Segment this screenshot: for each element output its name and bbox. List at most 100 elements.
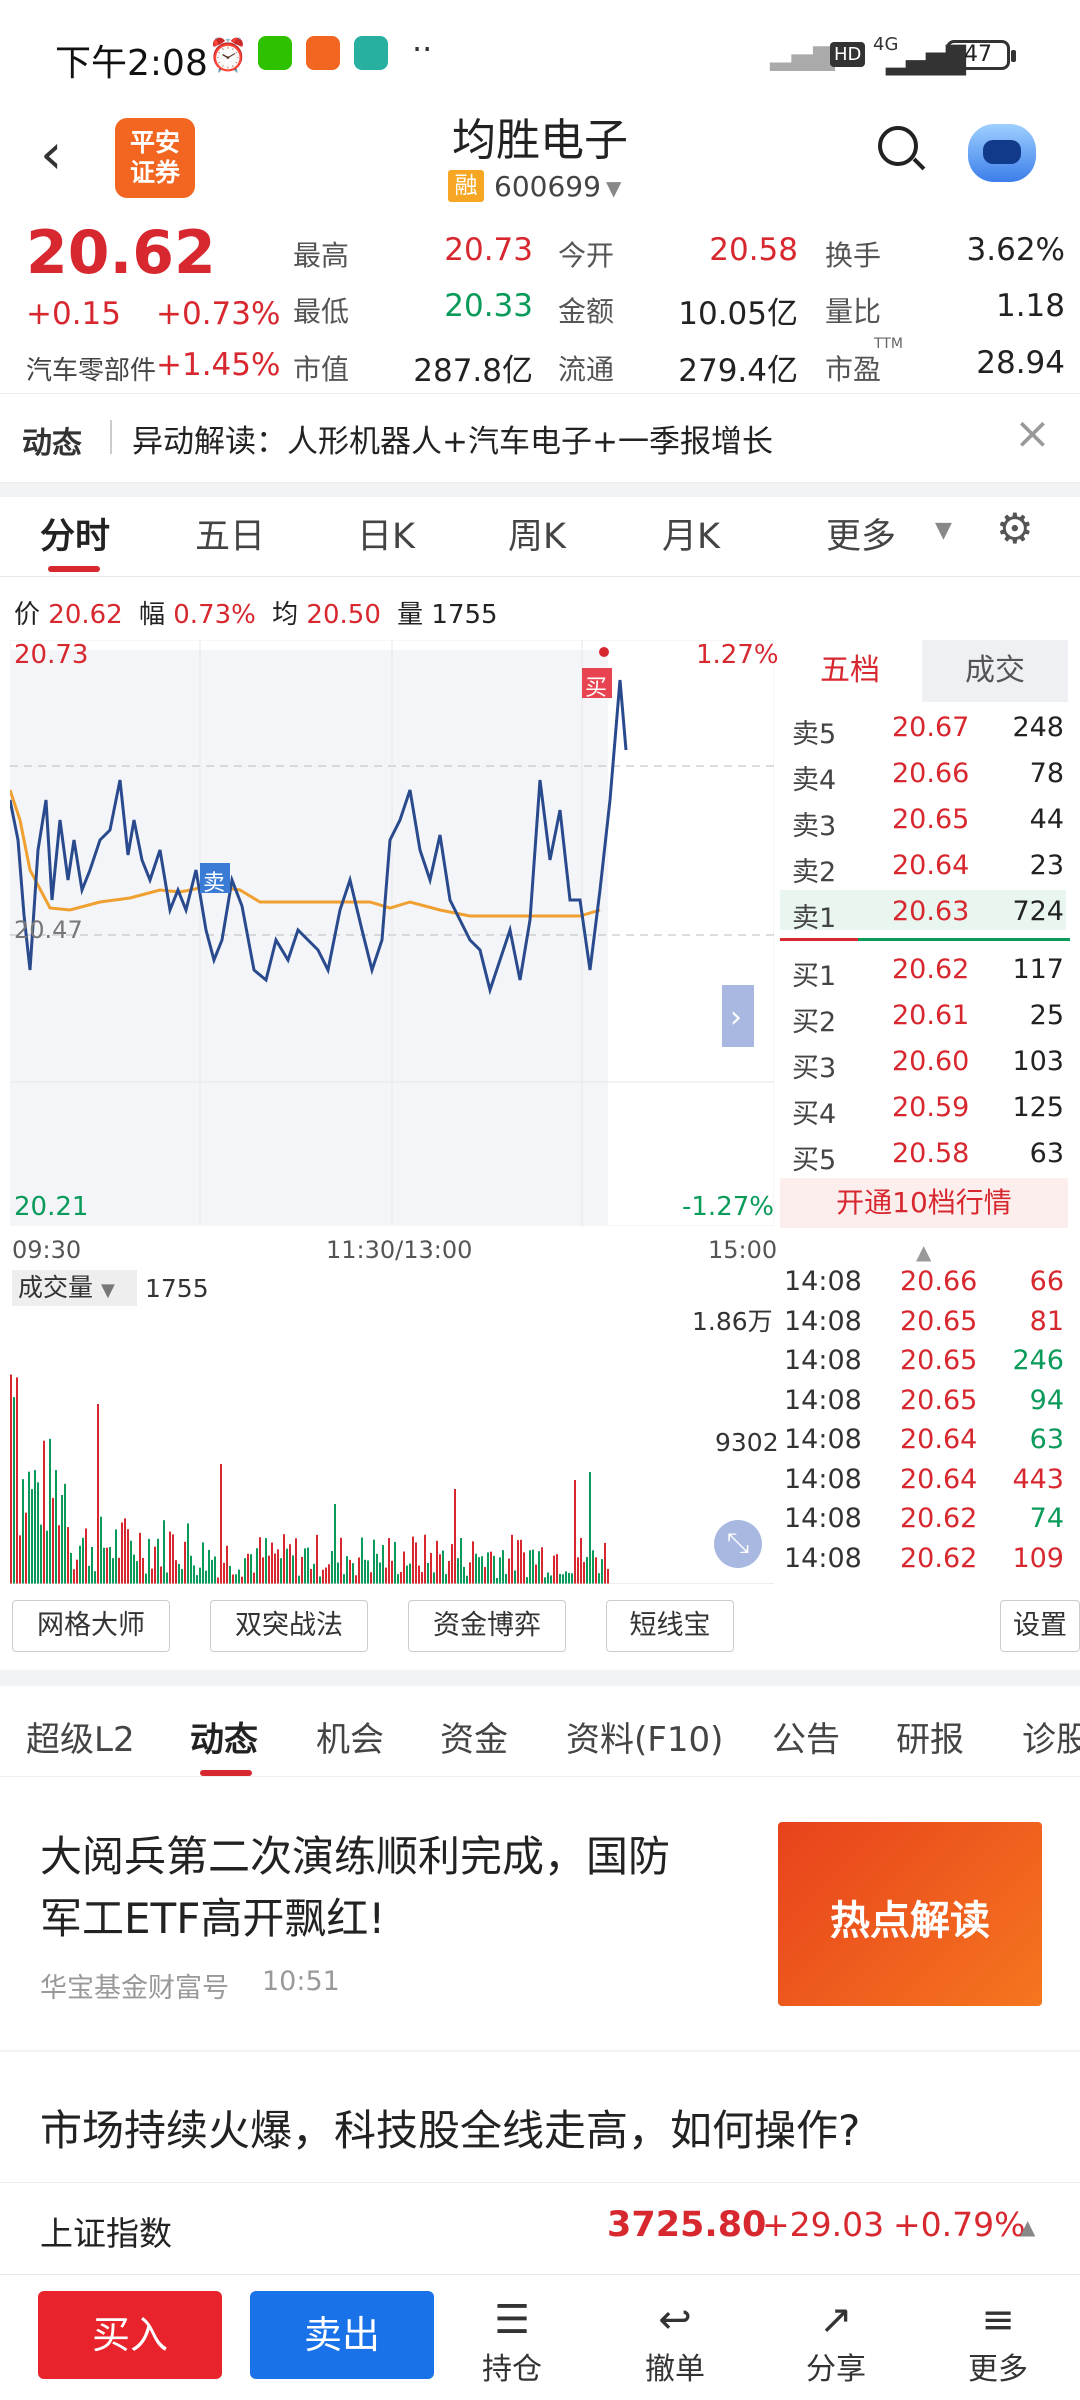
bid-level: 买5 xyxy=(792,1145,837,1176)
gear-icon[interactable]: ⚙ xyxy=(996,504,1034,553)
volume-bar xyxy=(88,1565,90,1584)
sector-pct[interactable]: +1.45% xyxy=(156,347,280,383)
tab-super-l2[interactable]: 超级L2 xyxy=(26,1712,135,1761)
volume-bar xyxy=(322,1569,324,1584)
cancel-order-button[interactable]: ↩ 撤单 xyxy=(625,2296,725,2388)
volume-bar xyxy=(100,1516,102,1584)
tool-double-breakout[interactable]: 双突战法 xyxy=(210,1600,368,1652)
tools-settings-button[interactable]: 设置 xyxy=(1000,1600,1080,1652)
share-label: 分享 xyxy=(806,2352,866,2387)
volume-bar xyxy=(577,1557,579,1584)
tab-opportunity[interactable]: 机会 xyxy=(316,1712,384,1761)
buy-button[interactable]: 买入 xyxy=(38,2291,222,2379)
dynamic-news-bar[interactable]: 动态 异动解读：人形机器人+汽车电子+一季报增长 × xyxy=(0,393,1080,483)
volume-bar xyxy=(562,1574,564,1584)
section-gap xyxy=(0,2050,1080,2052)
tab-research[interactable]: 研报 xyxy=(896,1712,964,1761)
holdings-button[interactable]: ☰ 持仓 xyxy=(462,2296,562,2388)
bid-row[interactable]: 买5 20.58 63 xyxy=(780,1132,1066,1176)
index-ticker[interactable]: 上证指数 3725.80 +29.03 +0.79% ▲ xyxy=(0,2182,1080,2274)
volume-bar xyxy=(571,1573,573,1584)
volume-bar xyxy=(340,1537,342,1584)
tab-dynamic[interactable]: 动态 xyxy=(190,1712,258,1761)
volume-bar xyxy=(157,1538,159,1584)
high-value: 20.73 xyxy=(444,232,533,268)
ask-row[interactable]: 卖5 20.67 248 xyxy=(780,706,1066,750)
volume-bar xyxy=(385,1567,387,1584)
chevron-up-icon[interactable]: ▲ xyxy=(1020,2215,1035,2239)
intraday-chart-svg xyxy=(8,639,775,1227)
tab-daily-k[interactable]: 日K xyxy=(357,508,415,559)
more-label: 更多 xyxy=(968,2352,1028,2387)
tab-intraday[interactable]: 分时 xyxy=(40,508,110,559)
volume-bar xyxy=(331,1551,333,1584)
volume-bar xyxy=(589,1472,591,1584)
tab-five-level[interactable]: 五档 xyxy=(780,640,920,702)
sell-button[interactable]: 卖出 xyxy=(250,2291,434,2379)
close-icon[interactable]: × xyxy=(1014,408,1051,459)
volume-bar xyxy=(226,1545,228,1584)
level10-button[interactable]: 开通10档行情 xyxy=(780,1178,1068,1228)
sell-marker[interactable]: 卖 xyxy=(203,865,225,897)
fullscreen-icon[interactable]: ⤡ xyxy=(714,1520,762,1568)
tab-weekly-k[interactable]: 周K xyxy=(508,508,566,559)
tool-grid-master[interactable]: 网格大师 xyxy=(12,1600,170,1652)
tab-monthly-k[interactable]: 月K xyxy=(662,508,720,559)
chevron-down-icon[interactable]: ▼ xyxy=(935,518,952,543)
tab-diagnosis[interactable]: 诊股 xyxy=(1022,1712,1080,1761)
volume-bar xyxy=(415,1542,417,1584)
buy-marker[interactable]: 买 xyxy=(585,670,607,702)
volume-bar xyxy=(298,1575,300,1584)
bid-row[interactable]: 买2 20.61 25 xyxy=(780,994,1066,1038)
share-button[interactable]: ↗ 分享 xyxy=(786,2296,886,2388)
tab-trades[interactable]: 成交 xyxy=(922,640,1068,702)
stock-code[interactable]: 600699 xyxy=(494,170,601,203)
tool-fund-game[interactable]: 资金博弈 xyxy=(408,1600,566,1652)
ask-row[interactable]: 卖3 20.65 44 xyxy=(780,798,1066,842)
intraday-chart[interactable]: 买 卖 › 20.73 1.27% 20.47 20.21 -1.27% xyxy=(8,639,779,1227)
ask-volume: 724 xyxy=(1012,896,1064,927)
bid-row[interactable]: 买1 20.62 117 xyxy=(780,948,1066,992)
dropdown-icon[interactable]: ▼ xyxy=(606,176,621,200)
dynamic-text[interactable]: 异动解读：人形机器人+汽车电子+一季报增长 xyxy=(132,416,773,461)
news-item[interactable]: 市场持续火爆，科技股全线走高，如何操作? xyxy=(40,2100,860,2162)
news-title-line1[interactable]: 大阅兵第二次演练顺利完成，国防 xyxy=(40,1826,670,1888)
price-label: 价 xyxy=(14,600,41,630)
news-banner[interactable]: 热点解读 xyxy=(778,1822,1042,2006)
chevron-down-icon: ▼ xyxy=(100,1280,115,1301)
volume-label: 成交量 xyxy=(18,1273,94,1302)
volume-bar xyxy=(277,1549,279,1584)
chevron-right-icon[interactable]: › xyxy=(730,1000,742,1035)
bid-volume: 63 xyxy=(1029,1138,1064,1169)
sector-name[interactable]: 汽车零部件 xyxy=(26,350,156,387)
bid-row[interactable]: 买4 20.59 125 xyxy=(780,1086,1066,1130)
volume-bar xyxy=(25,1512,27,1584)
volume-bar xyxy=(406,1565,408,1584)
volume-selector[interactable]: 成交量 ▼ xyxy=(12,1270,137,1306)
tab-f10[interactable]: 资料(F10) xyxy=(566,1712,723,1761)
ask-row[interactable]: 卖2 20.64 23 xyxy=(780,844,1066,888)
ask-price: 20.64 xyxy=(892,850,970,881)
volume-bar xyxy=(490,1551,492,1584)
volume-bar xyxy=(592,1550,594,1584)
volume-bar xyxy=(325,1567,327,1584)
volume-bar xyxy=(361,1537,363,1584)
volume-bar xyxy=(427,1562,429,1584)
tab-announcements[interactable]: 公告 xyxy=(772,1712,840,1761)
stock-name: 均胜电子 xyxy=(452,115,628,166)
volume-bar xyxy=(454,1489,456,1584)
bid-row[interactable]: 买3 20.60 103 xyxy=(780,1040,1066,1084)
open-label: 今开 xyxy=(558,239,615,272)
news-title-line2[interactable]: 军工ETF高开飘红! xyxy=(40,1888,385,1950)
ask-row[interactable]: 卖4 20.66 78 xyxy=(780,752,1066,796)
tab-five-day[interactable]: 五日 xyxy=(195,508,265,559)
tool-short-line[interactable]: 短线宝 xyxy=(606,1600,734,1652)
ask-row[interactable]: 卖1 20.63 724 xyxy=(780,890,1066,934)
chevron-up-icon[interactable]: ▲ xyxy=(916,1240,931,1264)
more-button[interactable]: ≡ 更多 xyxy=(948,2296,1048,2388)
volume-bar xyxy=(568,1572,570,1584)
volume-bar xyxy=(214,1556,216,1584)
tab-funds[interactable]: 资金 xyxy=(440,1712,508,1761)
volume-bar xyxy=(82,1537,84,1584)
tab-more[interactable]: 更多 xyxy=(826,508,896,559)
